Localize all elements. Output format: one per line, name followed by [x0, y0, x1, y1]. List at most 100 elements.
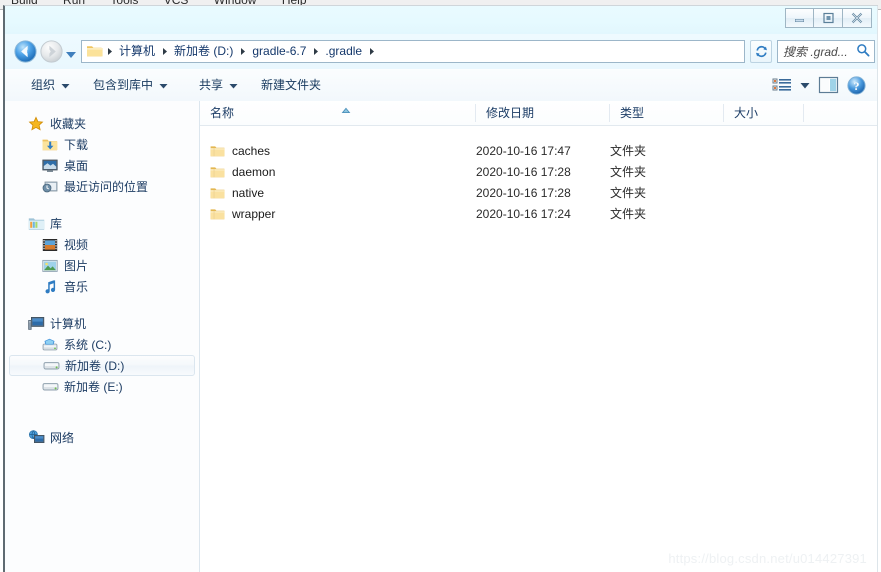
window-controls	[785, 8, 872, 28]
sidebar-item-music[interactable]: 音乐	[5, 276, 199, 297]
chevron-down-icon	[229, 74, 238, 96]
nav-group-network: 网络	[5, 427, 199, 448]
column-header-date-label: 修改日期	[486, 106, 535, 120]
folder-icon	[86, 43, 103, 61]
include-in-library-button[interactable]: 包含到库中	[87, 74, 174, 96]
table-row[interactable]: caches 2020-10-16 17:47 文件夹	[200, 140, 877, 161]
breadcrumb-computer[interactable]: 计算机	[115, 41, 159, 62]
sidebar-item-libraries[interactable]: 库	[5, 213, 199, 234]
include-in-library-label: 包含到库中	[93, 78, 154, 92]
history-dropdown-button[interactable]	[65, 48, 77, 58]
sort-ascending-icon	[340, 101, 352, 114]
table-row[interactable]: native 2020-10-16 17:28 文件夹	[200, 182, 877, 203]
chevron-down-icon	[61, 74, 70, 96]
chevron-right-icon	[162, 48, 167, 55]
sidebar-label: 音乐	[64, 280, 89, 294]
window-titlebar[interactable]	[5, 6, 878, 35]
restore-icon	[822, 12, 834, 24]
help-icon[interactable]: ?	[842, 73, 870, 97]
sidebar-item-network[interactable]: 网络	[5, 427, 199, 448]
network-icon	[27, 430, 45, 445]
restore-button[interactable]	[814, 8, 843, 28]
folder-icon	[210, 165, 225, 179]
system-drive-icon	[41, 338, 59, 352]
address-bar[interactable]: 计算机 新加卷 (D:) gradle-6.7 .gradle	[81, 40, 745, 63]
command-bar: 组织 包含到库中 共享 新建文件夹 ?	[5, 69, 878, 102]
new-folder-button[interactable]: 新建文件夹	[255, 74, 327, 96]
sidebar-item-videos[interactable]: 视频	[5, 234, 199, 255]
organize-button[interactable]: 组织	[25, 74, 76, 96]
crumb-separator[interactable]	[104, 47, 115, 56]
sidebar-label: 桌面	[64, 159, 89, 173]
crumb-separator[interactable]	[366, 47, 377, 56]
close-button[interactable]	[843, 8, 872, 28]
command-bar-right-group: ?	[768, 73, 870, 97]
file-name-text: daemon	[232, 164, 276, 179]
minimize-icon	[795, 18, 804, 22]
table-row[interactable]: wrapper 2020-10-16 17:24 文件夹	[200, 203, 877, 224]
refresh-button[interactable]	[750, 40, 772, 63]
sidebar-label: 图片	[64, 259, 89, 273]
sidebar-item-drive-e[interactable]: 新加卷 (E:)	[5, 376, 199, 397]
folder-icon	[210, 207, 225, 221]
sidebar-item-system-c[interactable]: 系统 (C:)	[5, 334, 199, 355]
crumb-separator[interactable]	[237, 47, 248, 56]
sidebar-item-favorites[interactable]: 收藏夹	[5, 113, 199, 134]
computer-icon	[27, 316, 45, 331]
file-date-cell: 2020-10-16 17:47	[476, 143, 571, 158]
file-name-text: caches	[232, 143, 271, 158]
view-options-icon[interactable]	[768, 73, 796, 97]
sidebar-item-computer[interactable]: 计算机	[5, 313, 199, 334]
search-input[interactable]: 搜索 .grad...	[778, 43, 856, 60]
file-name-text: wrapper	[232, 206, 276, 221]
library-icon	[27, 216, 45, 231]
sidebar-label: 收藏夹	[50, 117, 87, 131]
back-button[interactable]	[14, 40, 37, 63]
crumb-separator[interactable]	[310, 47, 321, 56]
file-name-cell: native	[210, 186, 264, 200]
file-list-pane[interactable]: 名称 修改日期 类型 大小 caches 2020-10-16 17:47 文件…	[200, 101, 877, 572]
table-row[interactable]: daemon 2020-10-16 17:28 文件夹	[200, 161, 877, 182]
column-header-size[interactable]: 大小	[724, 101, 804, 125]
sidebar-label: 库	[50, 217, 63, 231]
chevron-down-icon	[159, 74, 168, 96]
forward-arrow-icon	[40, 40, 63, 63]
column-header-name[interactable]: 名称	[200, 101, 476, 125]
file-name-cell: daemon	[210, 165, 275, 179]
file-type-cell: 文件夹	[610, 144, 647, 158]
sidebar-item-downloads[interactable]: 下载	[5, 134, 199, 155]
navigation-pane[interactable]: 收藏夹 下载 桌面 最近访问的位置 库 视频 图片 音乐 计算机 系统 (C:)…	[5, 101, 200, 572]
music-icon	[41, 279, 59, 294]
column-header-date-modified[interactable]: 修改日期	[476, 101, 610, 125]
preview-pane-icon[interactable]	[814, 73, 842, 97]
sidebar-item-drive-d[interactable]: 新加卷 (D:)	[9, 355, 195, 376]
sidebar-label: 新加卷 (D:)	[65, 359, 125, 373]
search-box[interactable]: 搜索 .grad...	[777, 40, 875, 63]
breadcrumb-drive-d[interactable]: 新加卷 (D:)	[170, 41, 237, 62]
forward-button[interactable]	[40, 40, 63, 63]
search-icon	[856, 43, 870, 60]
sidebar-item-pictures[interactable]: 图片	[5, 255, 199, 276]
breadcrumb-gradle-version[interactable]: gradle-6.7	[248, 41, 310, 62]
chevron-right-icon	[240, 48, 245, 55]
folder-icon	[210, 186, 225, 200]
share-button[interactable]: 共享	[193, 74, 244, 96]
column-header-row: 名称 修改日期 类型 大小	[200, 101, 877, 126]
sidebar-label: 新加卷 (E:)	[64, 380, 123, 394]
sidebar-item-recent-places[interactable]: 最近访问的位置	[5, 176, 199, 197]
file-date-cell: 2020-10-16 17:24	[476, 206, 571, 221]
view-options-dropdown[interactable]	[796, 73, 814, 97]
file-name-cell: caches	[210, 144, 270, 158]
svg-text:?: ?	[853, 79, 859, 93]
breadcrumb-dot-gradle[interactable]: .gradle	[321, 41, 366, 62]
column-header-type[interactable]: 类型	[610, 101, 724, 125]
column-header-name-label: 名称	[210, 106, 235, 120]
chevron-right-icon	[369, 48, 374, 55]
explorer-window: 计算机 新加卷 (D:) gradle-6.7 .gradle 搜索 .grad…	[3, 5, 878, 572]
sidebar-item-desktop[interactable]: 桌面	[5, 155, 199, 176]
crumb-separator[interactable]	[159, 47, 170, 56]
minimize-button[interactable]	[785, 8, 814, 28]
file-type-cell: 文件夹	[610, 207, 647, 221]
